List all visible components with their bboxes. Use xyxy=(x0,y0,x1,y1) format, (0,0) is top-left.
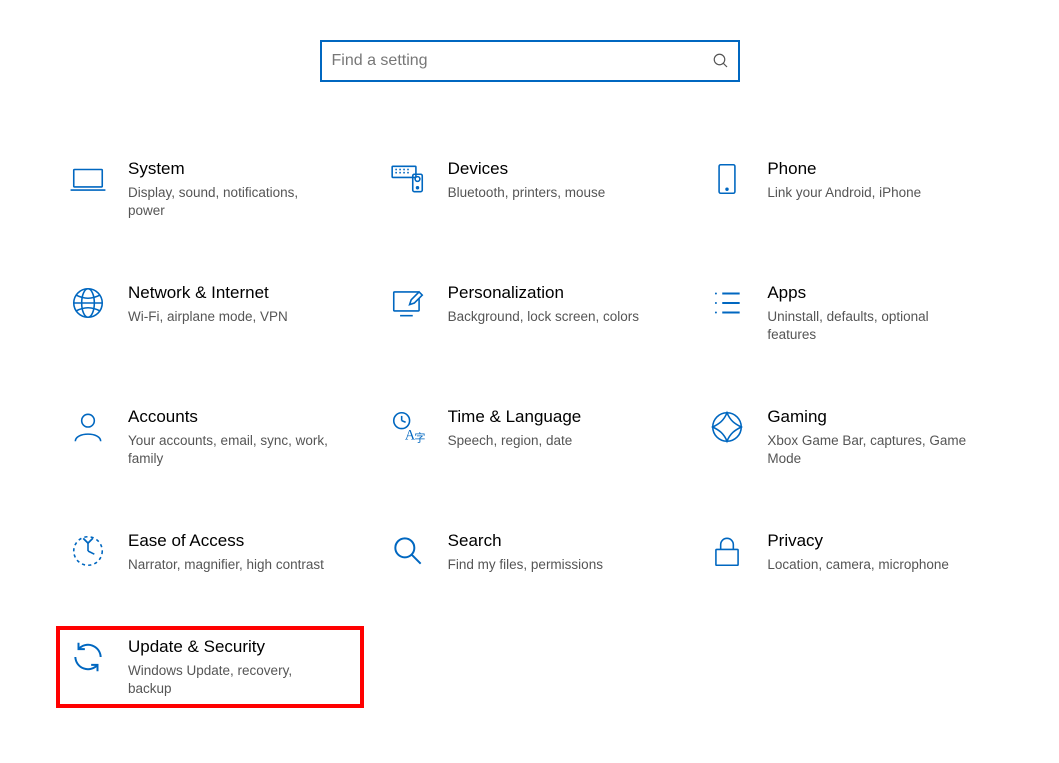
categories-grid: System Display, sound, notifications, po… xyxy=(0,152,1059,704)
tile-title: Accounts xyxy=(128,406,354,428)
tile-title: Network & Internet xyxy=(128,282,354,304)
tile-desc: Find my files, permissions xyxy=(448,556,658,574)
tile-ease-of-access[interactable]: Ease of Access Narrator, magnifier, high… xyxy=(60,524,360,580)
tile-time-language[interactable]: A 字 Time & Language Speech, region, date xyxy=(380,400,680,474)
tile-title: Search xyxy=(448,530,674,552)
accounts-icon xyxy=(66,408,110,446)
tile-desc: Background, lock screen, colors xyxy=(448,308,658,326)
tile-apps[interactable]: Apps Uninstall, defaults, optional featu… xyxy=(699,276,999,350)
settings-home: System Display, sound, notifications, po… xyxy=(0,0,1059,763)
tile-system[interactable]: System Display, sound, notifications, po… xyxy=(60,152,360,226)
tile-desc: Xbox Game Bar, captures, Game Mode xyxy=(767,432,977,468)
tile-phone[interactable]: Phone Link your Android, iPhone xyxy=(699,152,999,226)
tile-title: Privacy xyxy=(767,530,993,552)
tile-desc: Narrator, magnifier, high contrast xyxy=(128,556,338,574)
devices-icon xyxy=(386,160,430,198)
magnifier-icon xyxy=(386,532,430,570)
tile-desc: Windows Update, recovery, backup xyxy=(128,662,338,698)
tile-title: Personalization xyxy=(448,282,674,304)
globe-icon xyxy=(66,284,110,322)
tile-update-security[interactable]: Update & Security Windows Update, recove… xyxy=(60,630,360,704)
tile-title: Gaming xyxy=(767,406,993,428)
search-input[interactable] xyxy=(320,40,740,82)
tile-desc: Uninstall, defaults, optional features xyxy=(767,308,977,344)
tile-desc: Location, camera, microphone xyxy=(767,556,977,574)
apps-icon xyxy=(705,284,749,322)
tile-title: Apps xyxy=(767,282,993,304)
tile-personalization[interactable]: Personalization Background, lock screen,… xyxy=(380,276,680,350)
search-container xyxy=(320,40,740,82)
tile-desc: Wi-Fi, airplane mode, VPN xyxy=(128,308,338,326)
time-language-icon: A 字 xyxy=(386,408,430,446)
tile-network[interactable]: Network & Internet Wi-Fi, airplane mode,… xyxy=(60,276,360,350)
tile-title: Devices xyxy=(448,158,674,180)
tile-desc: Speech, region, date xyxy=(448,432,658,450)
ease-of-access-icon xyxy=(66,532,110,570)
tile-title: Time & Language xyxy=(448,406,674,428)
update-icon xyxy=(66,638,110,676)
tile-desc: Display, sound, notifications, power xyxy=(128,184,338,220)
tile-title: Ease of Access xyxy=(128,530,354,552)
tile-desc: Link your Android, iPhone xyxy=(767,184,977,202)
tile-desc: Bluetooth, printers, mouse xyxy=(448,184,658,202)
svg-text:字: 字 xyxy=(414,430,425,444)
phone-icon xyxy=(705,160,749,198)
personalization-icon xyxy=(386,284,430,322)
tile-accounts[interactable]: Accounts Your accounts, email, sync, wor… xyxy=(60,400,360,474)
tile-title: Update & Security xyxy=(128,636,354,658)
tile-gaming[interactable]: Gaming Xbox Game Bar, captures, Game Mod… xyxy=(699,400,999,474)
tile-title: System xyxy=(128,158,354,180)
tile-title: Phone xyxy=(767,158,993,180)
tile-privacy[interactable]: Privacy Location, camera, microphone xyxy=(699,524,999,580)
gaming-icon xyxy=(705,408,749,446)
lock-icon xyxy=(705,532,749,570)
system-icon xyxy=(66,160,110,198)
tile-desc: Your accounts, email, sync, work, family xyxy=(128,432,338,468)
tile-devices[interactable]: Devices Bluetooth, printers, mouse xyxy=(380,152,680,226)
tile-search[interactable]: Search Find my files, permissions xyxy=(380,524,680,580)
